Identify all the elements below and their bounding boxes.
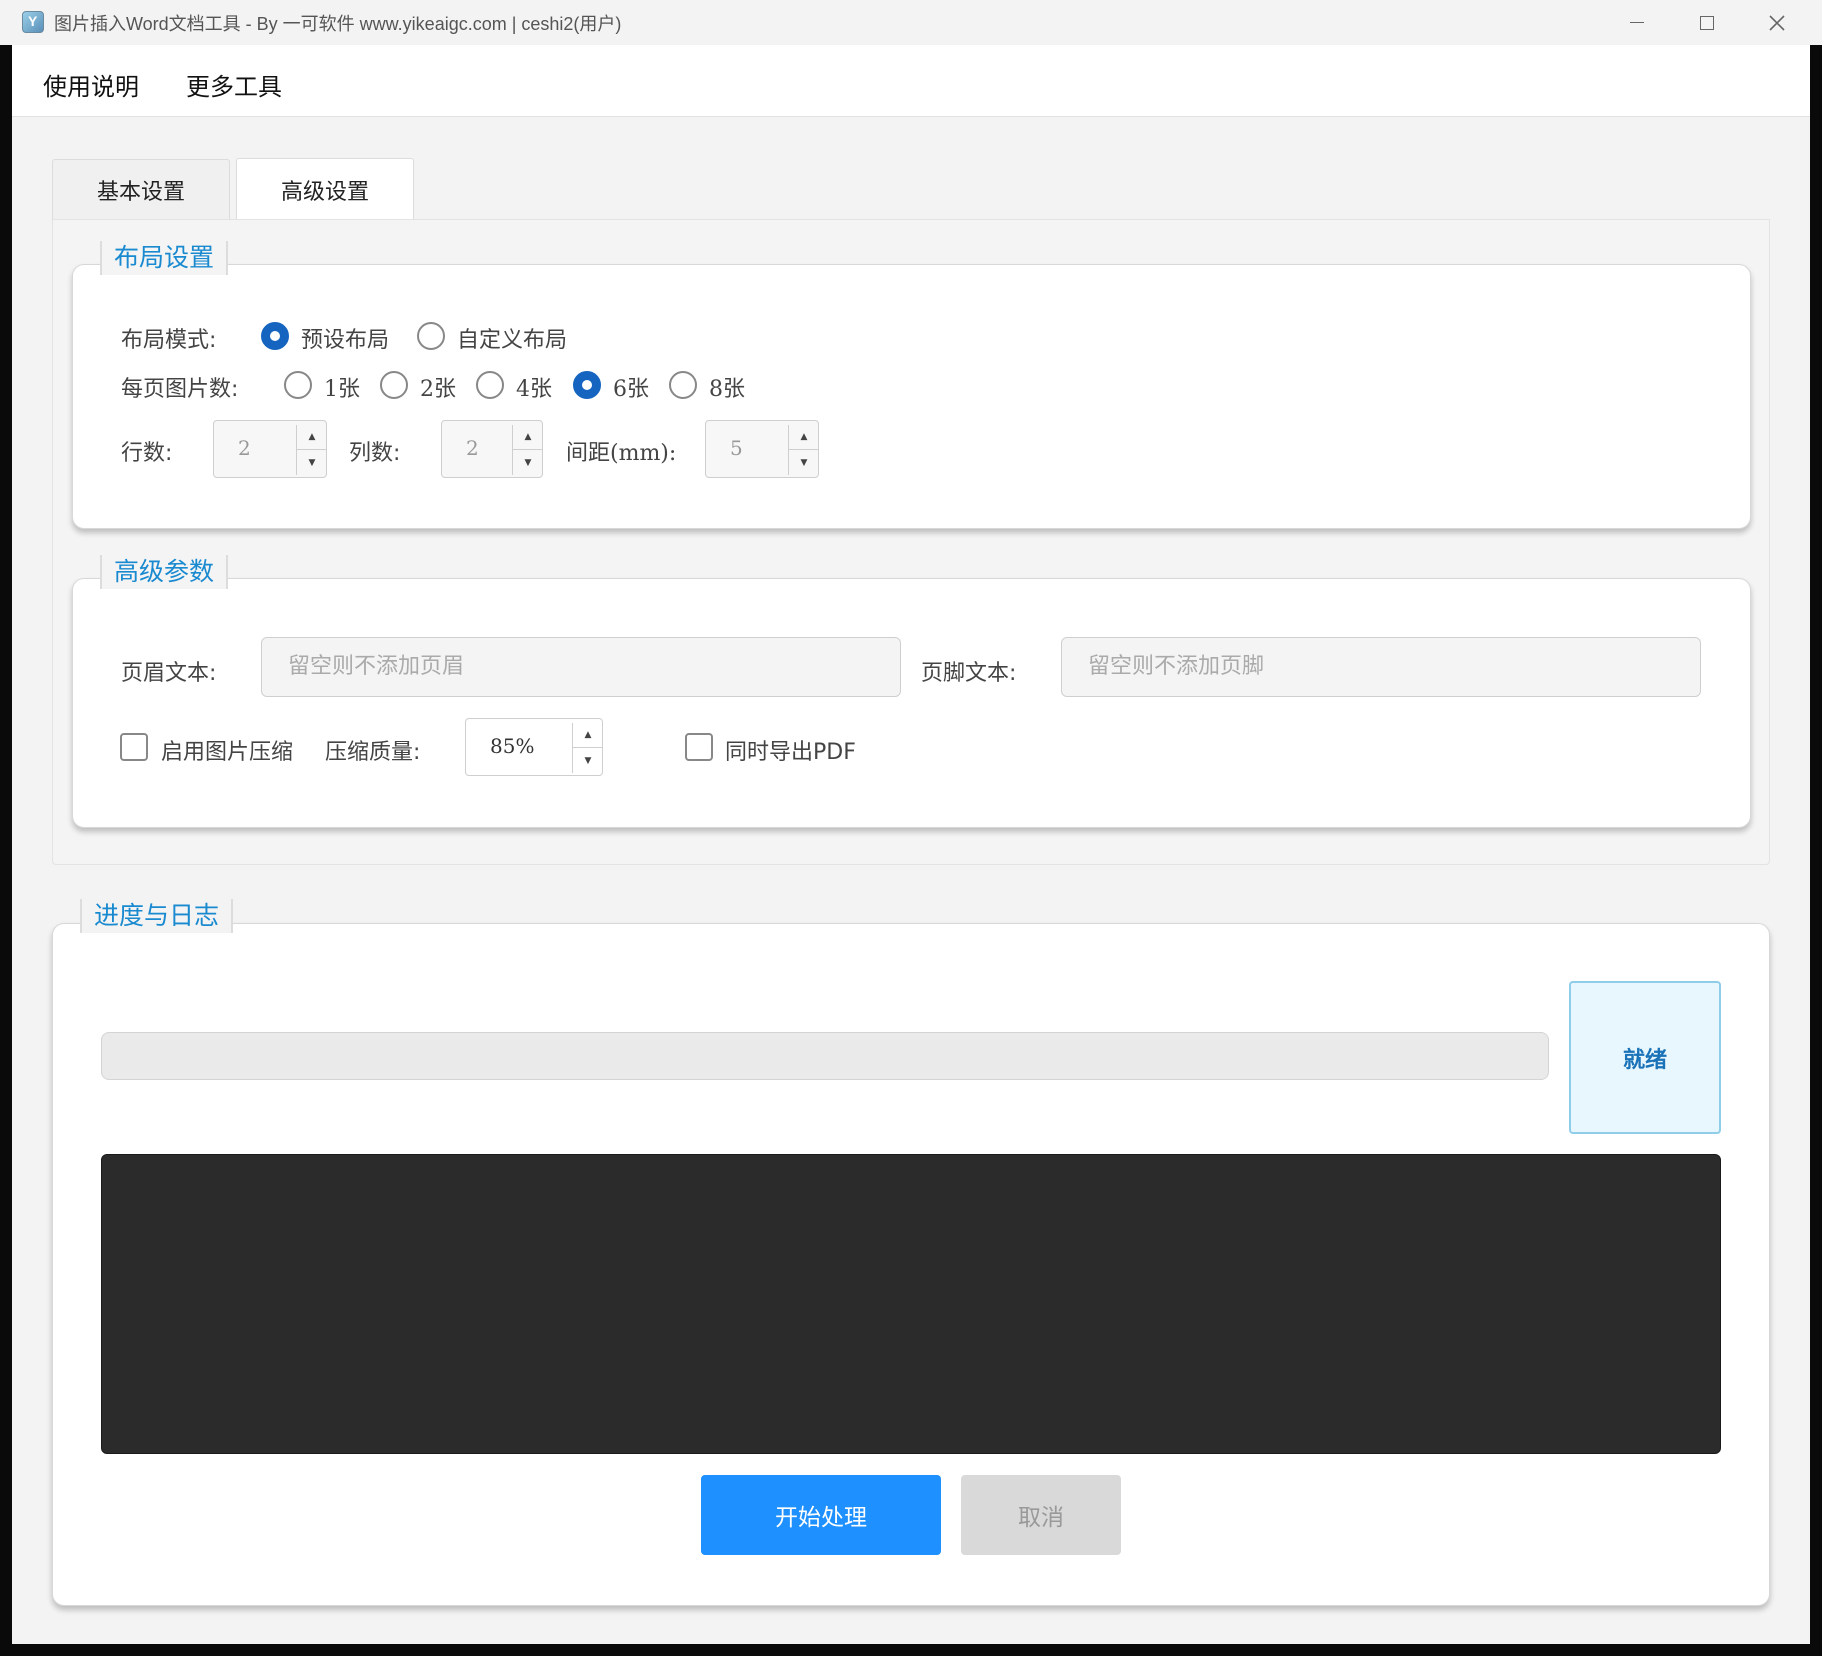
rows-up-icon[interactable]: ▲ [297,425,327,450]
cols-label: 列数: [349,441,401,466]
radio-preset-layout-label[interactable]: 预设布局 [301,322,389,354]
tab-basic-settings[interactable]: 基本设置 [52,159,230,219]
spacing-value: 5 [730,436,743,460]
radio-per-page-8-label[interactable]: 8张 [709,371,745,403]
quality-value: 85% [490,734,535,758]
header-text-input[interactable]: 留空则不添加页眉 [261,637,901,697]
compress-checkbox[interactable] [120,733,148,761]
radio-custom-layout[interactable] [417,322,445,350]
spacing-label: 间距(mm): [566,441,677,466]
app-window: 图片插入Word文档工具 - By 一可软件 www.yikeaigc.com … [0,0,1822,1656]
start-button[interactable]: 开始处理 [701,1475,941,1555]
rows-stepper: ▲ ▼ [296,425,327,475]
progress-group-title: 进度与日志 [80,899,234,933]
rows-spinbox[interactable]: 2 ▲ ▼ [213,420,327,478]
layout-group-title: 布局设置 [100,241,229,275]
minimize-icon [1630,22,1644,23]
radio-per-page-1-label[interactable]: 1张 [324,371,360,403]
radio-per-page-1[interactable] [284,371,312,399]
quality-down-icon[interactable]: ▼ [573,748,603,773]
minimize-button[interactable] [1602,0,1672,45]
status-badge: 就绪 [1569,981,1721,1134]
close-icon [1769,14,1785,31]
radio-per-page-4-label[interactable]: 4张 [516,371,552,403]
rows-value: 2 [238,436,251,460]
footer-text-label: 页脚文本: [921,661,1017,686]
window-edge-right [1810,45,1822,1656]
title-bar: 图片插入Word文档工具 - By 一可软件 www.yikeaigc.com … [0,0,1822,45]
window-edge-bottom [0,1644,1822,1656]
quality-spinbox[interactable]: 85% ▲ ▼ [465,718,603,776]
rows-label: 行数: [121,441,173,466]
menu-help[interactable]: 使用说明 [43,67,139,102]
tab-advanced-settings[interactable]: 高级设置 [236,158,414,220]
radio-per-page-6-label[interactable]: 6张 [613,371,649,403]
radio-per-page-2[interactable] [380,371,408,399]
cols-stepper: ▲ ▼ [512,425,543,475]
radio-per-page-2-label[interactable]: 2张 [420,371,456,403]
progress-bar [101,1032,1549,1080]
radio-per-page-6[interactable] [573,371,601,399]
cols-value: 2 [466,436,479,460]
menu-more-tools[interactable]: 更多工具 [186,67,282,102]
advanced-group-title: 高级参数 [100,555,229,589]
window-title: 图片插入Word文档工具 - By 一可软件 www.yikeaigc.com … [54,14,622,34]
header-text-label: 页眉文本: [121,661,217,686]
radio-per-page-4[interactable] [476,371,504,399]
cancel-button[interactable]: 取消 [961,1475,1121,1555]
spacing-stepper: ▲ ▼ [788,425,819,475]
quality-up-icon[interactable]: ▲ [573,723,603,748]
quality-label: 压缩质量: [325,740,421,765]
log-output[interactable] [101,1154,1721,1454]
close-button[interactable] [1742,0,1812,45]
per-page-label: 每页图片数: [121,377,239,402]
maximize-button[interactable] [1672,0,1742,45]
spacing-up-icon[interactable]: ▲ [789,425,819,450]
cols-spinbox[interactable]: 2 ▲ ▼ [441,420,543,478]
app-icon [22,11,44,33]
export-pdf-checkbox[interactable] [685,733,713,761]
footer-text-input[interactable]: 留空则不添加页脚 [1061,637,1701,697]
advanced-params-group [72,578,1751,828]
export-pdf-label[interactable]: 同时导出PDF [725,734,856,766]
quality-stepper: ▲ ▼ [572,723,603,773]
radio-preset-layout[interactable] [261,322,289,350]
cols-up-icon[interactable]: ▲ [513,425,543,450]
maximize-icon [1700,15,1714,30]
spacing-spinbox[interactable]: 5 ▲ ▼ [705,420,819,478]
menu-bar: 使用说明 更多工具 [12,45,1810,117]
rows-down-icon[interactable]: ▼ [297,450,327,475]
cols-down-icon[interactable]: ▼ [513,450,543,475]
layout-mode-label: 布局模式: [121,328,217,353]
radio-per-page-8[interactable] [669,371,697,399]
compress-label[interactable]: 启用图片压缩 [161,734,293,766]
radio-custom-layout-label[interactable]: 自定义布局 [457,322,567,354]
spacing-down-icon[interactable]: ▼ [789,450,819,475]
window-edge-left [0,45,12,1656]
